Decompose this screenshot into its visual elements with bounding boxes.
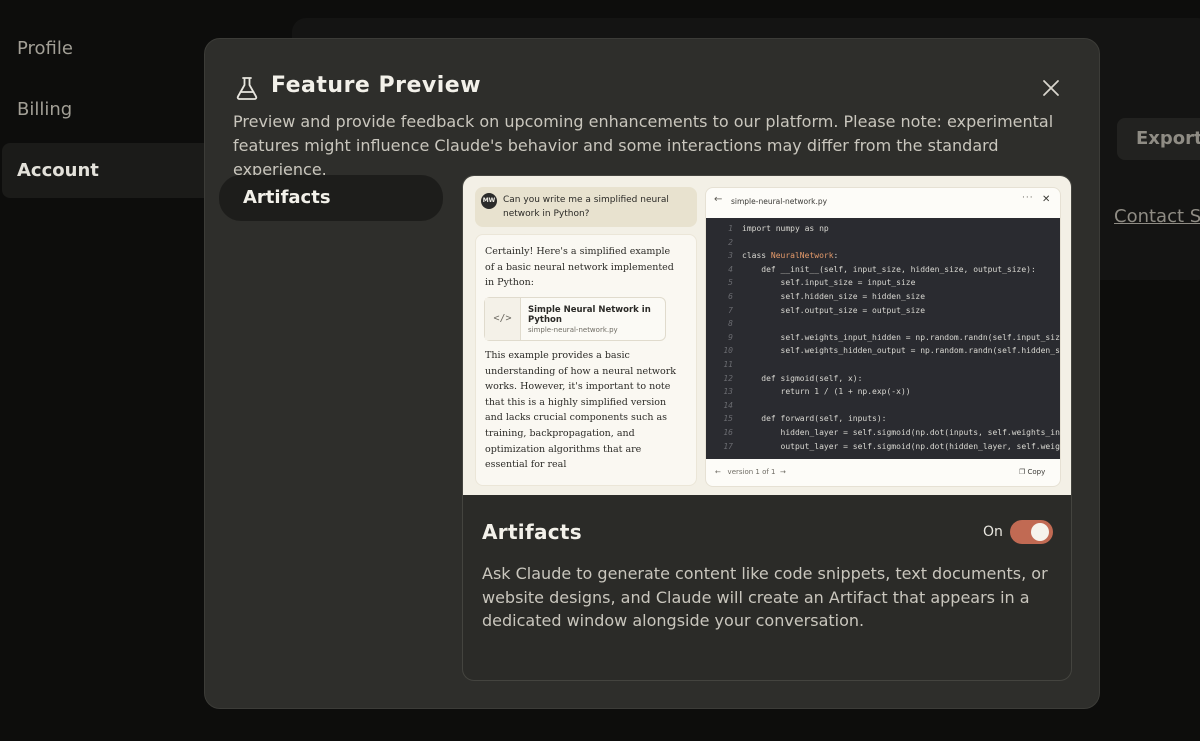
code-line: 3 class NeuralNetwork:: [706, 249, 838, 263]
code-line: 2: [706, 236, 742, 250]
code-line: 7 self.output_size = output_size: [706, 304, 925, 318]
assistant-intro-text: Certainly! Here's a simplified example o…: [485, 246, 674, 288]
code-line: 4 def __init__(self, input_size, hidden_…: [706, 263, 1036, 277]
code-line: 9 self.weights_input_hidden = np.random.…: [706, 331, 1061, 345]
code-line: 6 self.hidden_size = hidden_size: [706, 290, 925, 304]
code-line: 5 self.input_size = input_size: [706, 276, 915, 290]
line-number: 10: [723, 346, 733, 356]
artifact-title: Simple Neural Network in Python: [528, 305, 651, 325]
code-text: :: [833, 251, 839, 261]
close-icon: ✕: [1042, 194, 1051, 205]
code-line: 13 return 1 / (1 + np.exp(-x)): [706, 385, 911, 399]
feature-preview-modal: Feature Preview Preview and provide feed…: [204, 38, 1100, 709]
toggle-label: On: [983, 524, 1003, 540]
code-line: 16 hidden_layer = self.sigmoid(np.dot(in…: [706, 426, 1061, 440]
code-text: self.hidden_size = hidden_size: [742, 292, 926, 301]
code-line: 12 def sigmoid(self, x):: [706, 372, 862, 386]
line-number: 11: [723, 360, 733, 369]
line-number: 15: [723, 414, 733, 424]
assistant-message: Certainly! Here's a simplified example o…: [475, 234, 697, 486]
code-footer: ← version 1 of 1 → ❐ Copy: [706, 460, 1060, 486]
line-number: 12: [723, 373, 733, 383]
feature-title: Artifacts: [482, 520, 582, 544]
artifact-card[interactable]: </> Simple Neural Network in Python simp…: [484, 297, 666, 341]
code-text: import numpy as np: [742, 224, 829, 233]
code-line: 1 import numpy as np: [706, 222, 829, 236]
sidebar-item-account[interactable]: Account: [17, 160, 99, 181]
feature-preview-image: MW Can you write me a simplified neural …: [463, 176, 1071, 495]
artifact-filename: simple-neural-network.py: [528, 326, 618, 334]
settings-sidebar: Profile Billing Account: [0, 0, 212, 741]
code-body: 1 import numpy as np 2 3 class NeuralNetwork…: [706, 218, 1061, 459]
copy-button: ❐ Copy: [1019, 468, 1046, 476]
code-line: 14: [706, 399, 742, 413]
code-text: def forward(self, inputs):: [742, 414, 887, 424]
user-message: MW Can you write me a simplified neural …: [475, 187, 697, 227]
line-number: 17: [723, 441, 733, 451]
code-line: 8: [706, 317, 742, 331]
code-line: 11: [706, 358, 742, 372]
assistant-body-text: This example provides a basic understand…: [485, 350, 677, 471]
feature-card: MW Can you write me a simplified neural …: [462, 175, 1072, 681]
contact-link[interactable]: Contact S: [1114, 206, 1200, 227]
avatar: MW: [481, 193, 497, 209]
tab-artifacts[interactable]: Artifacts: [219, 175, 443, 221]
export-button[interactable]: Export: [1117, 118, 1200, 160]
modal-title: Feature Preview: [271, 73, 482, 98]
code-text: self.output_size = output_size: [742, 305, 926, 315]
code-text: self.weights_input_hidden = np.random.ra…: [742, 332, 1061, 342]
feature-description: Ask Claude to generate content like code…: [482, 564, 1048, 630]
flask-icon: [236, 77, 258, 100]
code-text: self.weights_hidden_output = np.random.r…: [742, 346, 1061, 356]
code-text: hidden_layer = self.sigmoid(np.dot(input…: [742, 428, 1061, 437]
line-number: 16: [723, 428, 733, 437]
code-text: def sigmoid(self, x):: [742, 373, 863, 383]
line-number: 5: [728, 278, 733, 288]
line-number: 6: [728, 292, 733, 301]
sidebar-item-billing[interactable]: Billing: [17, 99, 72, 120]
version-nav: ← version 1 of 1 →: [715, 468, 786, 476]
line-number: 13: [723, 387, 733, 397]
code-line: 15 def forward(self, inputs):: [706, 412, 887, 426]
code-text: class: [742, 251, 771, 261]
line-number: 7: [728, 305, 733, 315]
toggle-knob: [1031, 523, 1049, 541]
feature-toggle[interactable]: [1010, 520, 1053, 544]
line-number: 8: [728, 319, 733, 329]
version-label: version 1 of 1: [727, 468, 776, 476]
code-text: self.input_size = input_size: [742, 278, 916, 288]
close-icon[interactable]: [1039, 76, 1063, 100]
line-number: 9: [728, 332, 733, 342]
sidebar-item-profile[interactable]: Profile: [17, 38, 73, 59]
code-icon: </>: [485, 298, 521, 340]
line-number: 3: [728, 251, 733, 261]
copy-label: Copy: [1027, 468, 1046, 476]
line-number: 2: [728, 237, 733, 247]
user-message-text: Can you write me a simplified neural net…: [503, 195, 669, 219]
code-window: ← simple-neural-network.py ··· ✕ 1 import…: [705, 187, 1061, 487]
line-number: 4: [728, 264, 733, 274]
code-header: ← simple-neural-network.py ··· ✕: [706, 188, 1060, 216]
code-text: return 1 / (1 + np.exp(-x)): [742, 387, 911, 397]
code-filename: simple-neural-network.py: [731, 197, 828, 206]
code-text: def __init__(self, input_size, hidden_si…: [742, 264, 1036, 274]
more-icon: ···: [1022, 193, 1034, 203]
line-number: 1: [728, 224, 733, 233]
modal-description: Preview and provide feedback on upcoming…: [233, 112, 1054, 179]
code-classname: NeuralNetwork: [770, 251, 834, 261]
line-number: 14: [723, 400, 733, 410]
code-line: 10 self.weights_hidden_output = np.rando…: [706, 344, 1061, 358]
back-arrow-icon: ←: [714, 194, 723, 205]
code-line: 17 output_layer = self.sigmoid(np.dot(hi…: [706, 440, 1061, 454]
code-text: output_layer = self.sigmoid(np.dot(hidde…: [742, 441, 1061, 451]
